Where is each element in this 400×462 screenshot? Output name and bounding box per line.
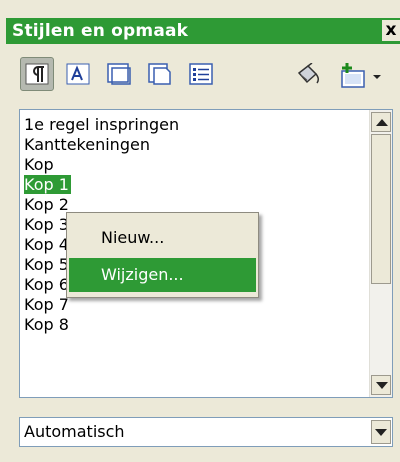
chevron-down-icon (375, 429, 387, 436)
frame-styles-button[interactable] (102, 57, 136, 91)
menu-item-new[interactable]: Nieuw... (69, 221, 256, 255)
character-styles-button[interactable] (61, 57, 95, 91)
list-item-label: Kop (24, 155, 54, 174)
panel-titlebar: Stijlen en opmaak x (6, 18, 400, 44)
list-item-label: Kanttekeningen (24, 135, 150, 154)
style-filter-dropdown[interactable]: Automatisch (19, 417, 393, 447)
character-styles-icon (66, 63, 90, 85)
list-styles-button[interactable] (184, 57, 218, 91)
paragraph-styles-button[interactable] (20, 57, 54, 91)
fill-format-icon (297, 63, 320, 84)
new-style-from-selection-button[interactable] (336, 57, 388, 91)
list-item-label: Kop 3 (24, 215, 69, 234)
new-style-from-selection-icon (341, 63, 381, 88)
menu-item-modify[interactable]: Wijzigen... (69, 258, 256, 292)
list-item[interactable]: Kop 8 (24, 315, 360, 335)
list-item-label: Kop 7 (24, 295, 69, 314)
list-item[interactable]: Kop (24, 155, 360, 175)
paragraph-styles-icon (25, 63, 49, 85)
context-menu: Nieuw... Wijzigen... (66, 212, 259, 298)
frame-styles-icon (107, 63, 131, 85)
page-styles-button[interactable] (143, 57, 177, 91)
list-item[interactable]: Kanttekeningen (24, 135, 360, 155)
list-item-label: Kop 1 (23, 174, 72, 195)
scroll-up-button[interactable] (371, 112, 391, 132)
list-item-label: Kop 5 (24, 255, 69, 274)
vertical-scrollbar[interactable] (369, 110, 392, 397)
scroll-down-button[interactable] (371, 375, 391, 395)
list-item[interactable]: 1e regel inspringen (24, 115, 360, 135)
list-styles-icon (189, 63, 213, 85)
style-filter-value: Automatisch (24, 422, 125, 441)
style-toolbar (6, 50, 400, 102)
list-item-label: Kop 4 (24, 235, 69, 254)
list-item-label: Kop 8 (24, 315, 69, 334)
arrow-up-icon (376, 119, 388, 126)
list-item-label: Kop 6 (24, 275, 69, 294)
list-item-label: Kop 2 (24, 195, 69, 214)
scroll-thumb[interactable] (371, 134, 391, 284)
fill-format-button[interactable] (291, 57, 325, 91)
dropdown-button[interactable] (371, 420, 391, 444)
arrow-down-icon (376, 382, 388, 389)
close-button[interactable]: x (382, 20, 400, 41)
panel-title: Stijlen en opmaak (12, 21, 189, 41)
list-item-label: 1e regel inspringen (24, 115, 180, 134)
list-item-selected[interactable]: Kop 1 (23, 174, 360, 195)
list-item[interactable]: Kop 7 (24, 295, 360, 315)
page-styles-icon (148, 63, 171, 85)
